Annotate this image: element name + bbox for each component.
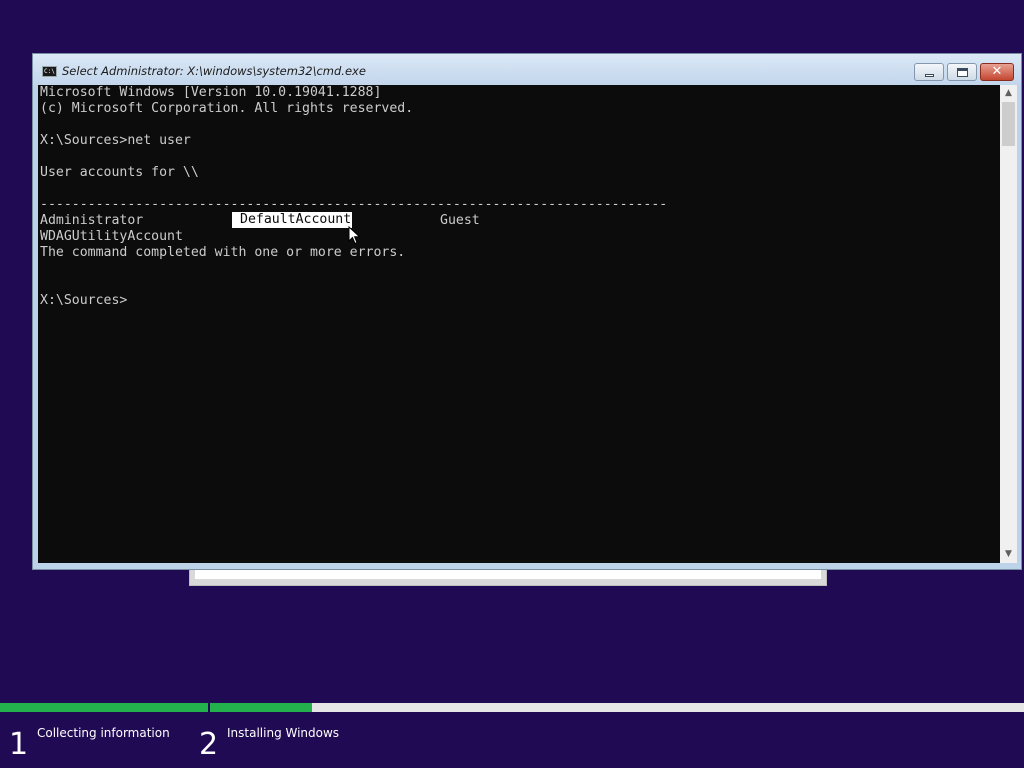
command-prompt[interactable]: X:\Sources>: [40, 293, 127, 309]
step-2-label: Installing Windows: [227, 726, 340, 740]
separator-line: ----------------------------------------…: [40, 197, 668, 212]
scroll-thumb[interactable]: [1002, 102, 1015, 146]
console-line: X:\Sources>net user: [40, 133, 191, 148]
step-1-number: 1: [9, 727, 29, 762]
progress-fill-step-2: [210, 703, 312, 712]
account-guest: Guest: [440, 213, 480, 228]
console-output[interactable]: Microsoft Windows [Version 10.0.19041.12…: [38, 85, 1000, 563]
step-1-label: Collecting information: [37, 726, 170, 740]
close-button[interactable]: ✕: [980, 63, 1014, 81]
window-title: Select Administrator: X:\windows\system3…: [62, 64, 366, 78]
scroll-up-icon[interactable]: ▲: [1000, 85, 1017, 102]
account-administrator: Administrator: [40, 213, 144, 228]
progress-step-2: [210, 703, 1024, 712]
scroll-down-icon[interactable]: ▼: [1000, 546, 1017, 563]
close-icon: ✕: [991, 64, 1003, 79]
console-line: (c) Microsoft Corporation. All rights re…: [40, 101, 414, 116]
progress-step-1: [0, 703, 208, 712]
step-2-number: 2: [199, 727, 219, 762]
selected-text-defaultaccount[interactable]: DefaultAccount: [232, 212, 352, 228]
maximize-icon: [956, 67, 968, 77]
cmd-icon: C:\: [42, 66, 57, 77]
minimize-icon: [924, 73, 934, 77]
maximize-button[interactable]: [947, 63, 977, 81]
minimize-button[interactable]: [914, 63, 944, 81]
mouse-pointer-icon: [348, 226, 361, 245]
console-line: The command completed with one or more e…: [40, 245, 406, 260]
account-wdagutilityaccount: WDAGUtilityAccount: [40, 229, 183, 244]
console-line: User accounts for \\: [40, 165, 199, 180]
vertical-scrollbar[interactable]: ▲ ▼: [1000, 85, 1017, 563]
progress-fill-step-1: [0, 703, 208, 712]
title-bar[interactable]: C:\ Select Administrator: X:\windows\sys…: [33, 54, 1021, 85]
cmd-window: C:\ Select Administrator: X:\windows\sys…: [32, 53, 1022, 570]
console-line: Microsoft Windows [Version 10.0.19041.12…: [40, 85, 382, 100]
